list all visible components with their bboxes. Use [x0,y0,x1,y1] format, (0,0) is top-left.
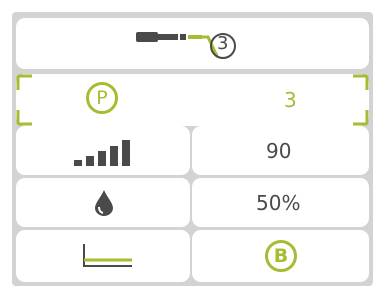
water-drop-icon [95,190,113,216]
water-value-cell[interactable]: 50% [192,178,369,227]
power-value: 90 [266,139,292,163]
program-row[interactable]: P 3 [16,74,369,126]
b-circle-icon: B [265,240,297,272]
mode-label: B [273,245,289,267]
power-value-cell[interactable]: 90 [192,126,369,175]
mode-label-cell [16,230,190,282]
power-label-cell [16,126,190,175]
baseline-mode-icon [83,244,132,267]
water-label-cell [16,178,190,227]
power-bars-icon [74,140,130,166]
program-value: 3 [284,88,297,112]
program-label: P [96,87,108,109]
water-value: 50% [256,191,301,215]
p-circle-icon: P [86,82,118,114]
control-panel: 3 P 3 90 50% B [12,12,373,286]
instrument-row[interactable]: 3 [16,18,369,69]
selection-brackets [16,74,369,126]
mode-value-cell[interactable]: B [192,230,369,282]
instrument-number: 3 [217,33,229,54]
